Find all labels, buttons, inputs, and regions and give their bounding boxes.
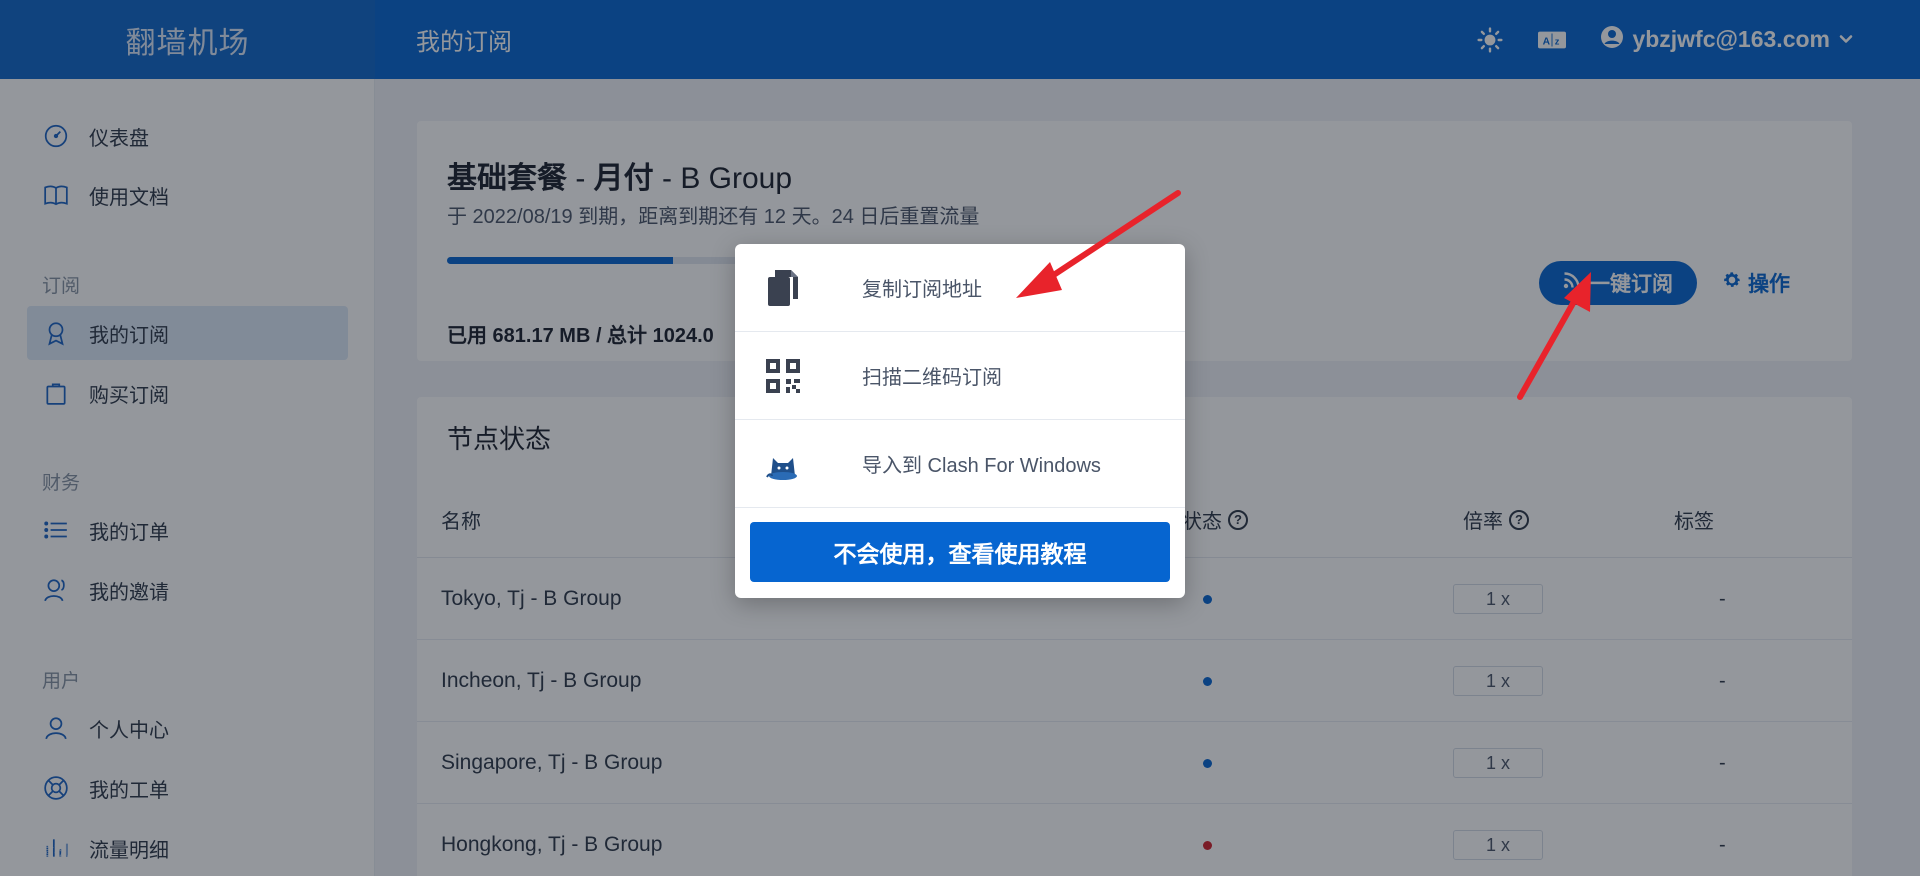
copy-icon xyxy=(763,268,803,308)
scan-qrcode-label: 扫描二维码订阅 xyxy=(862,367,1002,389)
copy-subscription-url-item[interactable]: 复制订阅地址 xyxy=(735,244,1185,332)
view-tutorial-button[interactable]: 不会使用，查看使用教程 xyxy=(750,522,1170,582)
clash-cat-icon xyxy=(763,444,803,484)
import-clash-item[interactable]: 导入到 Clash For Windows xyxy=(735,420,1185,508)
import-clash-label: 导入到 Clash For Windows xyxy=(862,455,1101,477)
scan-qrcode-item[interactable]: 扫描二维码订阅 xyxy=(735,332,1185,420)
subscribe-popup: 复制订阅地址 扫描二维码订阅 导入到 Clash For Windows 不会使… xyxy=(735,244,1185,598)
copy-subscription-url-label: 复制订阅地址 xyxy=(862,279,982,301)
qrcode-icon xyxy=(763,356,803,396)
